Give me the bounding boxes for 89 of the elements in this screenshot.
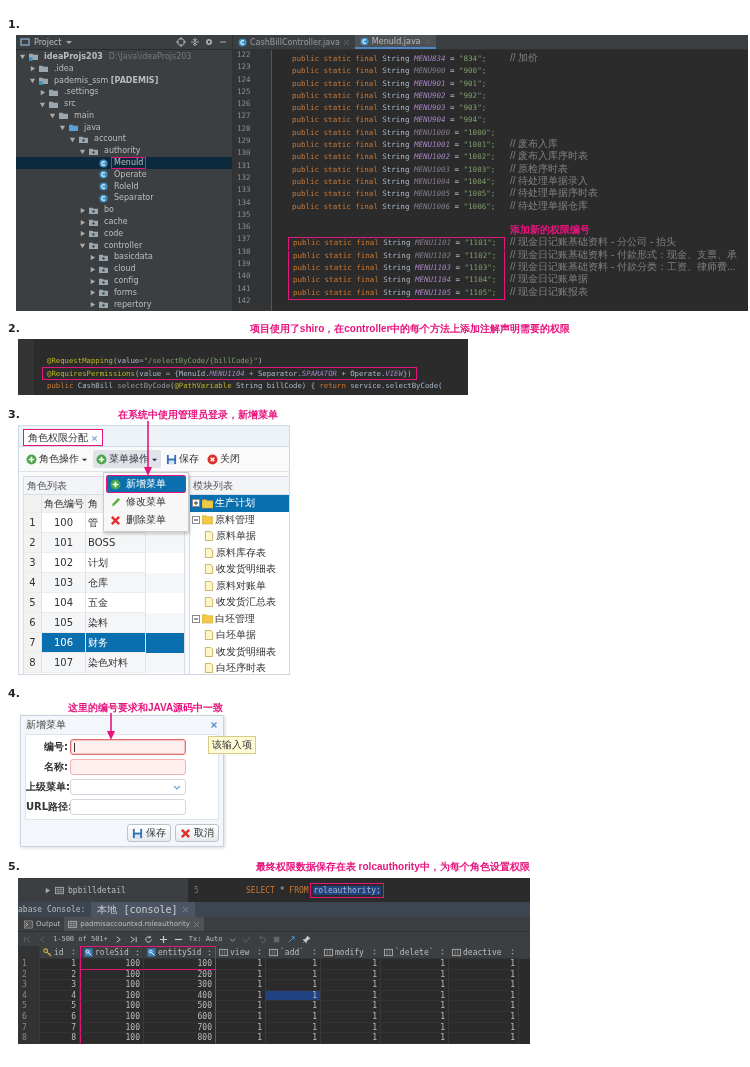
step-number: 4.: [7, 687, 21, 701]
tree-label: 收发货明细表: [216, 562, 276, 577]
tree-label: ideaProjs203: [43, 50, 104, 63]
tree-label: 生产计划: [215, 496, 255, 511]
tree-label: main: [73, 109, 95, 122]
row-number: 4: [18, 990, 40, 1002]
tree-label: config: [113, 275, 140, 288]
row-number: 5: [24, 593, 42, 613]
row-number: 6: [24, 613, 42, 633]
tree-label: 白坯单据: [216, 628, 256, 643]
table-cell: 107: [42, 653, 86, 673]
tree-label: cache: [103, 216, 129, 229]
step-number: 2.: [7, 322, 20, 336]
sql-query: SELECT * FROM roleauthority;: [246, 885, 381, 895]
tree-label: forms: [113, 286, 138, 299]
row-number: 6: [18, 1011, 40, 1023]
table-cell: 101: [42, 533, 86, 553]
row-number: 2: [18, 969, 40, 981]
step-number: 5.: [7, 860, 20, 874]
annotation-text: 这里的编号要求和JAVA源码中一致: [68, 701, 225, 715]
validation-tooltip: 该输入项: [208, 736, 256, 754]
tree-label: src: [63, 98, 77, 111]
table-cell: BOSS: [86, 533, 146, 553]
row-number: 4: [24, 573, 42, 593]
code-comment: // 现金日记账基础资料 - 分公司 - 抬头: [510, 236, 677, 248]
tree-label: basicdata: [113, 251, 154, 264]
tree-label: RoleId: [113, 180, 140, 193]
tree-label: 原料库存表: [216, 545, 266, 560]
field-label: 编号:: [43, 740, 69, 754]
row-number: 1: [24, 513, 42, 533]
tree-label: .settings: [63, 86, 100, 99]
row-number: 5: [18, 1001, 40, 1012]
annotation-text: 最终权限数据保存在表 rolcauthority中，为每个角色设置权限: [255, 860, 530, 874]
tree-label: bo: [103, 204, 115, 217]
table-header: 角色编号: [42, 495, 86, 513]
tree-label: 原料对账单: [216, 578, 266, 593]
field-label: 上级菜单:: [26, 780, 70, 794]
row-number: 1: [18, 959, 40, 970]
tree-label: MenuId: [111, 157, 147, 170]
panel-title: 模块列表: [190, 477, 289, 495]
code-comment: // 废布入库: [510, 138, 559, 150]
code-comment: // 废布入库序时表: [510, 150, 589, 162]
tree-label: pademis_ssm [PADEMIS]: [53, 74, 160, 87]
tree-label: 白坯序时表: [216, 661, 266, 674]
code-comment: // 现金日记账单据: [510, 273, 589, 285]
field-label: 名称:: [43, 760, 69, 774]
tree-label: Operate: [113, 168, 148, 181]
tree-label: Separator: [113, 192, 155, 205]
row-number: 3: [24, 553, 42, 573]
tree-label: 收发货明细表: [216, 644, 276, 659]
tree-label: java: [83, 121, 102, 134]
row-number: 8: [18, 1033, 40, 1044]
row-number: 2: [24, 533, 42, 553]
tree-label: .idea: [53, 62, 75, 75]
code-comment: // 原检序时表: [510, 162, 569, 174]
tree-label: account: [93, 133, 127, 146]
tree-label: repertory: [113, 298, 153, 311]
tree-label: 原料单据: [216, 529, 256, 544]
code-comment: // 现金日记账基础资料 - 付款分类：工资、律师费...: [510, 261, 736, 273]
code-comment: // 待处理单据序时表: [510, 187, 599, 199]
row-number: 7: [24, 633, 42, 653]
row-number: 8: [24, 653, 42, 673]
tree-label: 原料管理: [215, 512, 255, 527]
row-number: 3: [18, 980, 40, 991]
dialog-title: 新增菜单: [26, 718, 66, 732]
table-cell: 103: [42, 573, 86, 593]
code-comment: // 现金日记账基础资料 - 付款形式：现金、支票、承: [510, 248, 738, 260]
tree-label: controller: [103, 239, 144, 252]
step-number: 1.: [7, 18, 21, 32]
step-number: 3.: [7, 408, 20, 422]
table-cell: 染色对料: [86, 653, 146, 673]
code-comment: // 加价: [510, 52, 539, 63]
tree-label: 白坯管理: [215, 611, 255, 626]
tree-label: code: [103, 227, 125, 240]
row-number: 7: [18, 1022, 40, 1034]
code-comment: // 待处理单据仓库: [510, 199, 589, 211]
annotation-text: 在系统中使用管理员登录，新增菜单: [117, 408, 278, 422]
tree-label: bpbilldetail: [68, 885, 126, 895]
tree-label: cloud: [113, 263, 137, 276]
code-comment: // 待处理单据录入: [510, 174, 589, 186]
tree-label: 收发货汇总表: [216, 595, 276, 610]
line-number: 5: [193, 885, 200, 895]
annotation-text: 添加新的权限编号: [510, 224, 590, 236]
tree-path: D:\Java\ideaProjs203: [108, 52, 192, 62]
annotation-text: 项目使用了shiro，在controller中的每个方法上添加注解声明需要的权限: [249, 322, 571, 336]
table-cell: 仓库: [86, 573, 146, 593]
code-comment: // 现金日记账报表: [510, 285, 589, 297]
console-label: abase Console:: [18, 905, 87, 914]
tree-label: authority: [103, 145, 142, 158]
